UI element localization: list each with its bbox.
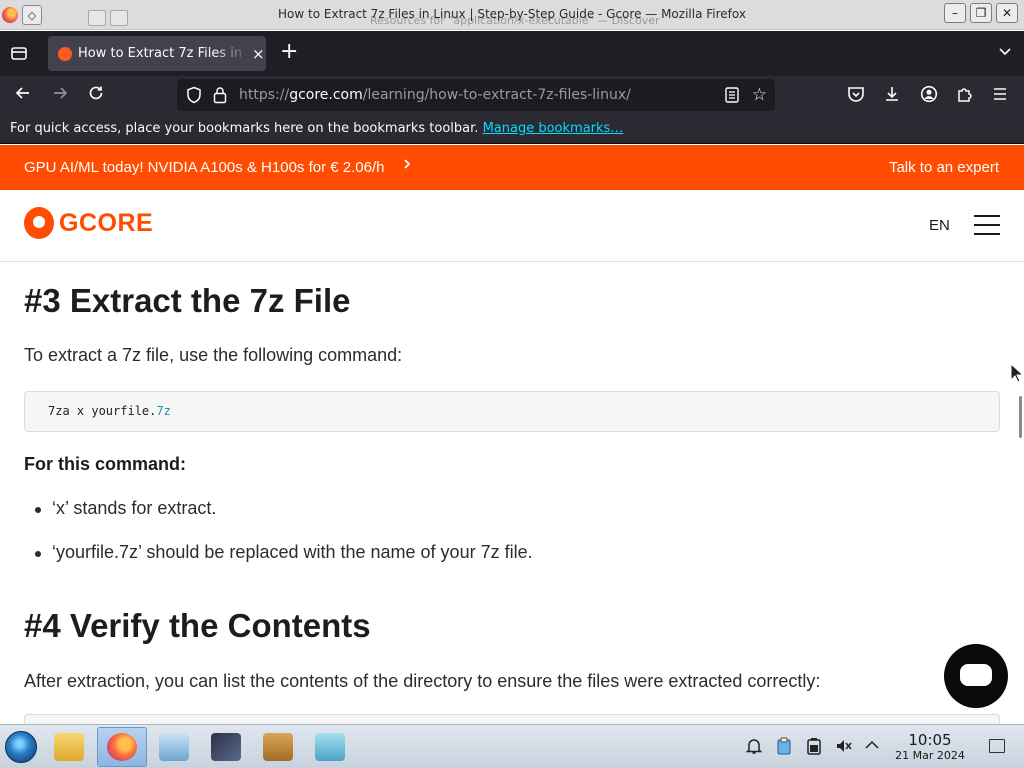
tab-close-icon[interactable]: ×	[252, 45, 265, 63]
taskbar-software-center[interactable]	[201, 727, 251, 767]
gcore-logo-mark-icon	[24, 207, 54, 239]
folder-icon	[54, 733, 84, 761]
back-arrow-icon	[15, 87, 29, 99]
taskbar-clock[interactable]: 10:05 21 Mar 2024	[892, 732, 968, 763]
clipboard-icon[interactable]	[776, 737, 792, 755]
gcore-favicon-icon	[58, 46, 72, 61]
list-item: ‘yourfile.7z’ should be replaced with th…	[35, 542, 533, 563]
chevron-up-icon[interactable]	[864, 737, 880, 753]
start-menu-icon[interactable]	[5, 731, 37, 763]
extensions-puzzle-icon[interactable]	[956, 85, 974, 103]
bookmarks-hint-text: For quick access, place your bookmarks h…	[10, 121, 479, 136]
network-icon	[315, 733, 345, 761]
forward-button[interactable]	[51, 84, 69, 107]
reload-icon	[89, 86, 103, 100]
navigation-toolbar: https://gcore.com/learning/how-to-extrac…	[0, 76, 1024, 114]
clock-date: 21 Mar 2024	[895, 749, 965, 762]
taskbar-system-settings[interactable]	[149, 727, 199, 767]
lock-icon[interactable]	[213, 86, 227, 104]
window-title: How to Extract 7z Files in Linux | Step-…	[278, 7, 746, 21]
clock-time: 10:05	[908, 731, 952, 749]
promo-text[interactable]: GPU AI/ML today! NVIDIA A100s & H100s fo…	[24, 159, 384, 176]
section-heading-4: #4 Verify the Contents	[24, 607, 371, 644]
bookmarks-toolbar: For quick access, place your bookmarks h…	[0, 114, 1024, 144]
reader-view-icon[interactable]	[725, 87, 739, 103]
show-desktop-icon[interactable]	[989, 739, 1005, 753]
bookmarks-hint: For quick access, place your bookmarks h…	[10, 121, 623, 136]
taskbar-package-installer[interactable]	[253, 727, 303, 767]
package-box-icon	[263, 733, 293, 761]
manage-bookmarks-link[interactable]: Manage bookmarks…	[483, 121, 624, 136]
software-store-icon	[211, 733, 241, 761]
back-button[interactable]	[14, 84, 32, 107]
tab-bar: How to Extract 7z Files in Linux | Step-…	[0, 31, 1024, 76]
list-all-tabs-chevron-icon[interactable]	[998, 44, 1012, 62]
close-window-button[interactable]: ✕	[996, 3, 1018, 23]
firefox-icon	[107, 733, 137, 761]
tab-title: How to Extract 7z Files in Linux | Step-…	[78, 46, 248, 61]
maximize-button[interactable]: ❐	[970, 3, 992, 23]
url-text[interactable]: https://gcore.com/learning/how-to-extrac…	[239, 87, 631, 103]
page-scrollbar-thumb[interactable]	[1019, 396, 1022, 438]
mouse-pointer-icon	[1010, 363, 1024, 383]
section-4-intro: After extraction, you can list the conte…	[24, 671, 821, 691]
talk-to-expert-link[interactable]: Talk to an expert	[889, 159, 999, 176]
window-titlebar: ◇ Resources for "application/x-executabl…	[0, 0, 1024, 30]
gcore-logo-text: GCORE	[59, 208, 154, 237]
for-this-command-label: For this command:	[24, 454, 187, 474]
hamburger-menu-icon[interactable]	[991, 85, 1009, 103]
list-item: ‘x’ stands for extract.	[34, 498, 216, 519]
volume-muted-icon[interactable]	[835, 737, 853, 755]
settings-window-icon	[159, 733, 189, 761]
forward-arrow-icon	[54, 87, 68, 99]
gcore-logo[interactable]: GCORE	[24, 207, 153, 239]
new-tab-button[interactable]: +	[280, 41, 298, 63]
section-heading-3: #3 Extract the 7z File	[24, 282, 351, 319]
code-extension: 7z	[156, 404, 171, 418]
downloads-icon[interactable]	[883, 85, 901, 103]
site-menu-hamburger-icon[interactable]	[974, 215, 1000, 235]
firefox-view-icon[interactable]	[10, 44, 28, 62]
tab-active[interactable]: How to Extract 7z Files in Linux | Step-…	[48, 36, 266, 71]
bookmark-star-icon[interactable]: ☆	[752, 85, 767, 105]
pocket-icon[interactable]	[847, 85, 865, 103]
code-command: 7za x yourfile.	[48, 404, 157, 418]
notifications-bell-icon[interactable]	[745, 737, 763, 755]
taskbar-network-tool[interactable]	[305, 727, 355, 767]
section-3-intro: To extract a 7z file, use the following …	[24, 345, 403, 365]
tracking-protection-shield-icon[interactable]	[186, 86, 202, 104]
battery-icon[interactable]	[806, 737, 822, 755]
taskbar-file-manager[interactable]	[44, 727, 94, 767]
minimize-button[interactable]: –	[944, 3, 966, 23]
address-bar[interactable]: https://gcore.com/learning/how-to-extrac…	[177, 79, 775, 111]
chat-bubble-icon	[960, 664, 992, 686]
reload-button[interactable]	[87, 84, 105, 107]
language-selector[interactable]: EN	[929, 217, 950, 234]
chevron-right-icon	[402, 157, 412, 174]
code-block-extract[interactable]: 7za x yourfile.7z	[24, 391, 1000, 432]
taskbar: 10:05 21 Mar 2024	[0, 724, 1024, 768]
chat-support-button[interactable]	[944, 644, 1008, 708]
site-header: GCORE EN	[0, 190, 1024, 262]
promo-banner[interactable]: GPU AI/ML today! NVIDIA A100s & H100s fo…	[0, 145, 1024, 190]
account-icon[interactable]	[920, 85, 938, 103]
taskbar-firefox[interactable]	[97, 727, 147, 767]
